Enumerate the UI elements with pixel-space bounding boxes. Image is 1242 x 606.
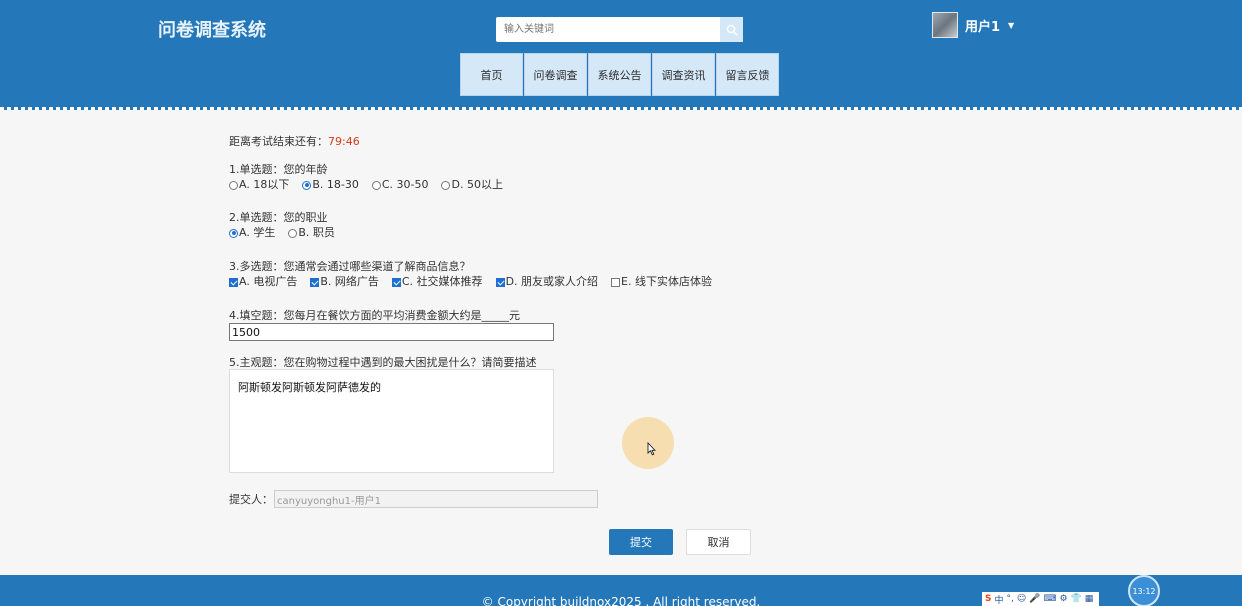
ime-voice-icon[interactable]: 🎤 [1029,594,1040,604]
nav-item-news[interactable]: 调查资讯 [652,53,715,96]
checkbox[interactable] [391,277,401,287]
cancel-button[interactable]: 取消 [686,529,751,555]
exam-timer: 距离考试结束还有：79:46 [229,133,360,149]
search-icon [726,24,737,35]
radio-button[interactable] [288,228,298,238]
option-label: A. 学生 [239,226,276,239]
question-title: 2.单选题：您的职业 [229,211,328,224]
radio-button[interactable] [229,228,238,238]
option-label: B. 网络广告 [320,275,379,288]
option-label: C. 社交媒体推荐 [401,275,483,288]
search-box [496,17,743,42]
option-q1-d[interactable]: D. 50以上 [441,177,503,193]
option-label: E. 线下实体店体验 [621,275,712,288]
question-5: 5.主观题：您在购物过程中遇到的最大困扰是什么？请简要描述 [229,355,537,370]
ime-toolbar[interactable]: S 中 °, ☺ 🎤 ⌨ ⚙ 👕 ▦ [982,592,1100,606]
timer-label: 距离考试结束还有： [229,135,328,148]
clock-widget[interactable]: 13:12 [1128,575,1160,606]
option-group: A. 学生 B. 职员 [229,225,348,241]
fill-answer-input[interactable] [229,323,554,341]
caret-down-icon: ▼ [1008,20,1015,30]
option-q3-e[interactable]: E. 线下实体店体验 [611,274,712,290]
option-q3-b[interactable]: B. 网络广告 [310,274,379,290]
option-label: C. 30-50 [381,178,429,191]
option-group: A. 电视广告 B. 网络广告 C. 社交媒体推荐 D. 朋友或家人介绍 E. … [229,274,725,290]
option-q3-c[interactable]: C. 社交媒体推荐 [391,274,483,290]
radio-button[interactable] [302,180,312,190]
checkbox[interactable] [310,277,320,287]
ime-tools-icon[interactable]: ⚙ [1059,594,1067,604]
ime-punctuation-icon[interactable]: °, [1007,594,1014,604]
ime-mode-chinese[interactable]: 中 [994,593,1003,606]
submitter-row: 提交人： [229,490,598,508]
timer-value: 79:46 [328,135,360,148]
main-nav: 首页 问卷调查 系统公告 调查资讯 留言反馈 [460,53,780,96]
nav-item-home[interactable]: 首页 [460,53,523,96]
option-label: B. 18-30 [312,178,359,191]
search-input[interactable] [496,17,720,42]
sogou-logo-icon: S [985,594,992,604]
radio-button[interactable] [441,180,451,190]
user-menu[interactable]: 用户1 ▼ [932,12,1014,38]
option-q2-b[interactable]: B. 职员 [288,225,335,241]
question-title: 3.多选题：您通常会通过哪些渠道了解商品信息？ [229,260,471,273]
question-1: 1.单选题：您的年龄 A. 18以下 B. 18-30 C. 30-50 D. … [229,162,516,193]
question-title: 1.单选题：您的年龄 [229,163,328,176]
radio-button[interactable] [229,180,238,190]
option-q1-a[interactable]: A. 18以下 [229,177,289,193]
option-label: B. 职员 [298,226,335,239]
option-q3-d[interactable]: D. 朋友或家人介绍 [495,274,599,290]
option-label: A. 电视广告 [239,275,298,288]
option-q2-a[interactable]: A. 学生 [229,225,275,241]
checkbox[interactable] [229,277,238,287]
question-3: 3.多选题：您通常会通过哪些渠道了解商品信息？ A. 电视广告 B. 网络广告 … [229,259,725,290]
option-label: D. 朋友或家人介绍 [505,275,599,288]
ime-keyboard-icon[interactable]: ⌨ [1043,594,1056,604]
option-group: A. 18以下 B. 18-30 C. 30-50 D. 50以上 [229,177,516,193]
avatar [932,12,958,38]
ime-emoji-icon[interactable]: ☺ [1017,594,1026,604]
question-title: 5.主观题：您在购物过程中遇到的最大困扰是什么？请简要描述 [229,356,537,369]
mouse-cursor-icon [647,442,656,456]
option-label: D. 50以上 [451,178,503,191]
checkbox[interactable] [611,277,621,287]
ime-menu-icon[interactable]: ▦ [1085,594,1094,604]
site-footer: © Copyright buildnox2025 . All right res… [0,575,1242,606]
option-label: A. 18以下 [239,178,290,191]
site-title[interactable]: 问卷调查系统 [158,16,266,42]
radio-button[interactable] [371,180,381,190]
user-name: 用户1 [965,19,1001,35]
question-2: 2.单选题：您的职业 A. 学生 B. 职员 [229,210,348,241]
nav-item-announcements[interactable]: 系统公告 [588,53,651,96]
nav-item-feedback[interactable]: 留言反馈 [716,53,779,96]
ime-skin-icon[interactable]: 👕 [1071,594,1082,604]
submitter-label: 提交人： [229,493,273,506]
checkbox[interactable] [495,277,505,287]
question-4: 4.填空题：您每月在餐饮方面的平均消费金额大约是_____元 [229,308,520,323]
option-q1-b[interactable]: B. 18-30 [302,177,359,193]
question-title: 4.填空题：您每月在餐饮方面的平均消费金额大约是_____元 [229,309,520,322]
nav-item-survey[interactable]: 问卷调查 [524,53,587,96]
search-button[interactable] [720,17,743,42]
submit-button[interactable]: 提交 [609,529,673,555]
option-q1-c[interactable]: C. 30-50 [371,177,429,193]
subjective-answer-textarea[interactable]: 阿斯顿发阿斯顿发阿萨德发的 [229,369,554,473]
option-q3-a[interactable]: A. 电视广告 [229,274,297,290]
site-header: 问卷调查系统 用户1 ▼ 首页 问卷调查 系统公告 调查资讯 留言反馈 [0,0,1242,110]
submitter-field [274,490,598,508]
